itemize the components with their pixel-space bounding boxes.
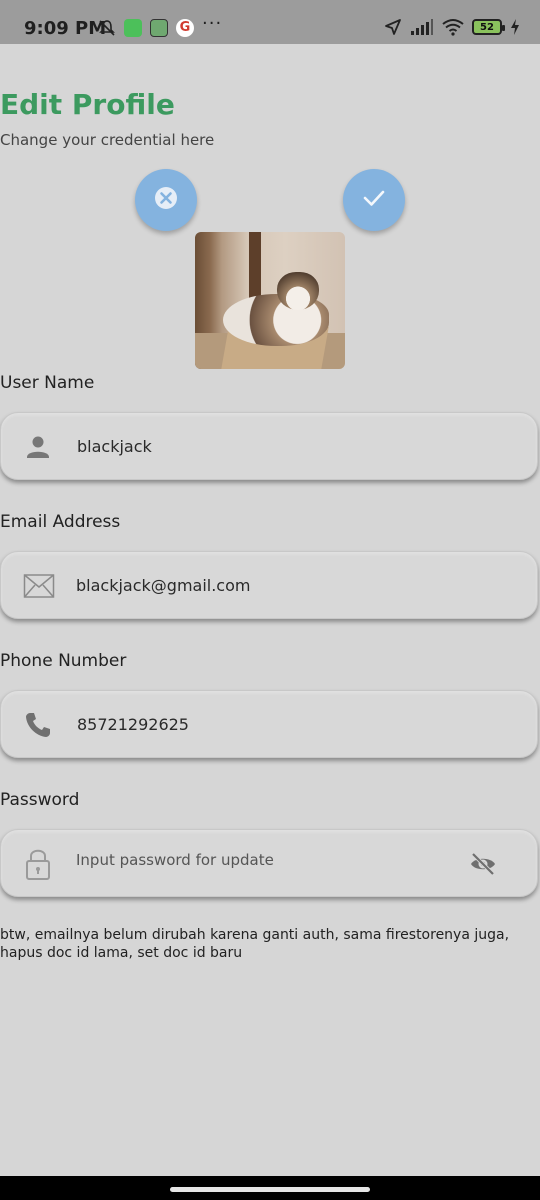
phone-value[interactable]: 85721292625 [77, 715, 189, 734]
battery-icon: 52 [472, 19, 505, 35]
password-field[interactable]: Input password for update [0, 829, 538, 897]
username-value[interactable]: blackjack [77, 437, 152, 456]
email-field[interactable]: blackjack@gmail.com [0, 551, 538, 619]
save-button[interactable] [343, 169, 405, 231]
person-icon [23, 432, 53, 462]
signal-icon [410, 18, 434, 36]
lock-icon [23, 847, 53, 880]
location-icon [384, 18, 402, 36]
status-left-icons: G ··· [98, 13, 223, 37]
more-dots-icon: ··· [202, 13, 223, 34]
app-icon [124, 19, 142, 37]
password-label: Password [0, 790, 80, 810]
phone-field[interactable]: 85721292625 [0, 690, 538, 758]
mail-icon [23, 571, 55, 601]
username-label: User Name [0, 373, 95, 393]
password-input[interactable]: Input password for update [76, 851, 274, 869]
close-circle-icon [152, 184, 180, 216]
username-field[interactable]: blackjack [0, 412, 538, 480]
status-bar: 9:09 PM G ··· 52 [0, 0, 540, 44]
wifi-icon [442, 18, 464, 36]
mute-icon [98, 19, 116, 37]
page-subtitle: Change your credential here [0, 131, 215, 149]
status-right-icons: 52 [384, 18, 520, 36]
email-label: Email Address [0, 512, 121, 532]
home-gesture-handle[interactable] [170, 1187, 370, 1192]
app-icon [150, 19, 168, 37]
system-nav-bar [0, 1176, 540, 1200]
google-icon: G [176, 19, 194, 37]
charging-icon [510, 18, 520, 36]
status-time: 9:09 PM [24, 18, 107, 39]
cancel-button[interactable] [135, 169, 197, 231]
check-icon [360, 184, 388, 216]
phone-icon [23, 710, 53, 740]
profile-photo[interactable] [195, 232, 345, 369]
phone-label: Phone Number [0, 651, 127, 671]
email-value[interactable]: blackjack@gmail.com [76, 576, 250, 595]
page-title: Edit Profile [0, 88, 175, 121]
eye-off-icon[interactable] [469, 852, 497, 876]
info-note: btw, emailnya belum dirubah karena ganti… [0, 927, 510, 961]
